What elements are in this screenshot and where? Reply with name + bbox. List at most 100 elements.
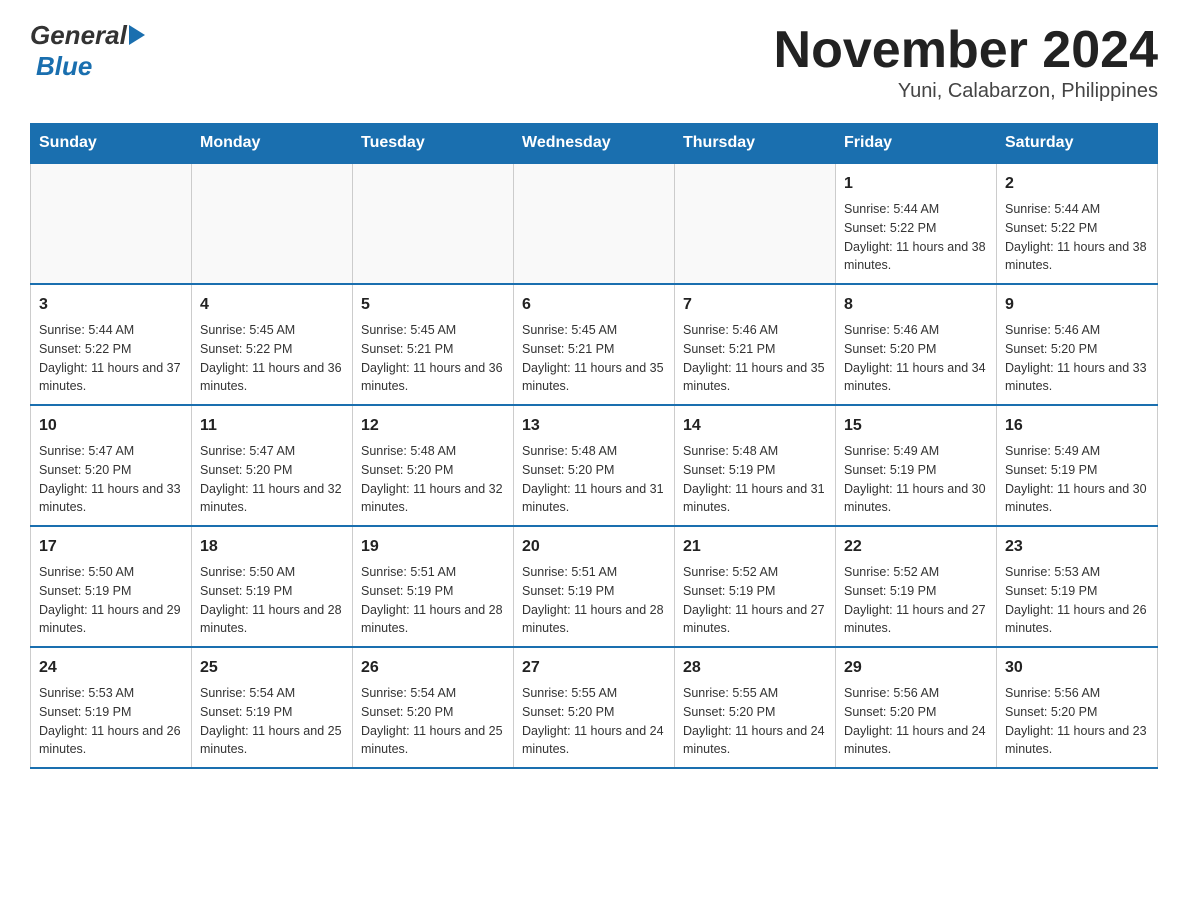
- weekday-header-saturday: Saturday: [997, 124, 1158, 164]
- day-info: Sunrise: 5:47 AM Sunset: 5:20 PM Dayligh…: [200, 442, 344, 517]
- calendar-cell: 12Sunrise: 5:48 AM Sunset: 5:20 PM Dayli…: [353, 405, 514, 526]
- day-number: 29: [844, 656, 988, 680]
- day-info: Sunrise: 5:44 AM Sunset: 5:22 PM Dayligh…: [1005, 200, 1149, 275]
- calendar-table: SundayMondayTuesdayWednesdayThursdayFrid…: [30, 123, 1158, 769]
- calendar-cell: 29Sunrise: 5:56 AM Sunset: 5:20 PM Dayli…: [836, 647, 997, 768]
- calendar-cell: [675, 163, 836, 284]
- calendar-cell: 20 Sunrise: 5:51 AM Sunset: 5:19 PM Dayli…: [514, 526, 675, 647]
- weekday-header-wednesday: Wednesday: [514, 124, 675, 164]
- day-info: Sunrise: 5:49 AM Sunset: 5:19 PM Dayligh…: [844, 442, 988, 517]
- day-number: 12: [361, 414, 505, 438]
- calendar-cell: 8 Sunrise: 5:46 AM Sunset: 5:20 PM Daylig…: [836, 284, 997, 405]
- calendar-cell: 2 Sunrise: 5:44 AM Sunset: 5:22 PM Daylig…: [997, 163, 1158, 284]
- day-number: 1: [844, 172, 988, 196]
- day-info: Sunrise: 5:53 AM Sunset: 5:19 PM Dayligh…: [39, 684, 183, 759]
- calendar-week-row: 3 Sunrise: 5:44 AM Sunset: 5:22 PM Daylig…: [31, 284, 1158, 405]
- day-info: Sunrise: 5:46 AM Sunset: 5:20 PM Dayligh…: [844, 321, 988, 396]
- calendar-cell: 3 Sunrise: 5:44 AM Sunset: 5:22 PM Daylig…: [31, 284, 192, 405]
- calendar-cell: 5 Sunrise: 5:45 AM Sunset: 5:21 PM Daylig…: [353, 284, 514, 405]
- month-title: November 2024: [774, 20, 1158, 80]
- weekday-header-thursday: Thursday: [675, 124, 836, 164]
- day-number: 5: [361, 293, 505, 317]
- day-info: Sunrise: 5:50 AM Sunset: 5:19 PM Dayligh…: [39, 563, 183, 638]
- calendar-cell: 30 Sunrise: 5:56 AM Sunset: 5:20 PM Dayli…: [997, 647, 1158, 768]
- day-info: Sunrise: 5:47 AM Sunset: 5:20 PM Dayligh…: [39, 442, 183, 517]
- calendar-cell: 6 Sunrise: 5:45 AM Sunset: 5:21 PM Daylig…: [514, 284, 675, 405]
- calendar-cell: 10 Sunrise: 5:47 AM Sunset: 5:20 PM Dayli…: [31, 405, 192, 526]
- day-number: 11: [200, 414, 344, 438]
- day-info: Sunrise: 5:49 AM Sunset: 5:19 PM Dayligh…: [1005, 442, 1149, 517]
- weekday-header-tuesday: Tuesday: [353, 124, 514, 164]
- calendar-cell: [514, 163, 675, 284]
- day-number: 13: [522, 414, 666, 438]
- day-number: 21: [683, 535, 827, 559]
- calendar-cell: 21 Sunrise: 5:52 AM Sunset: 5:19 PM Dayli…: [675, 526, 836, 647]
- day-number: 20: [522, 535, 666, 559]
- day-number: 16: [1005, 414, 1149, 438]
- day-number: 9: [1005, 293, 1149, 317]
- calendar-header: SundayMondayTuesdayWednesdayThursdayFrid…: [31, 124, 1158, 164]
- calendar-cell: [353, 163, 514, 284]
- calendar-cell: 24 Sunrise: 5:53 AM Sunset: 5:19 PM Dayli…: [31, 647, 192, 768]
- day-info: Sunrise: 5:44 AM Sunset: 5:22 PM Dayligh…: [844, 200, 988, 275]
- logo-blue-text: Blue: [32, 51, 92, 82]
- day-number: 14: [683, 414, 827, 438]
- calendar-cell: 15 Sunrise: 5:49 AM Sunset: 5:19 PM Dayli…: [836, 405, 997, 526]
- day-info: Sunrise: 5:46 AM Sunset: 5:21 PM Dayligh…: [683, 321, 827, 396]
- day-number: 24: [39, 656, 183, 680]
- day-number: 19: [361, 535, 505, 559]
- day-number: 15: [844, 414, 988, 438]
- calendar-cell: 22 Sunrise: 5:52 AM Sunset: 5:19 PM Dayli…: [836, 526, 997, 647]
- day-info: Sunrise: 5:54 AM Sunset: 5:20 PM Dayligh…: [361, 684, 505, 759]
- day-info: Sunrise: 5:44 AM Sunset: 5:22 PM Dayligh…: [39, 321, 183, 396]
- day-number: 23: [1005, 535, 1149, 559]
- calendar-week-row: 1 Sunrise: 5:44 AM Sunset: 5:22 PM Daylig…: [31, 163, 1158, 284]
- day-number: 26: [361, 656, 505, 680]
- calendar-cell: 7 Sunrise: 5:46 AM Sunset: 5:21 PM Daylig…: [675, 284, 836, 405]
- day-number: 10: [39, 414, 183, 438]
- logo-general-text: General: [30, 20, 127, 51]
- day-info: Sunrise: 5:46 AM Sunset: 5:20 PM Dayligh…: [1005, 321, 1149, 396]
- day-info: Sunrise: 5:55 AM Sunset: 5:20 PM Dayligh…: [522, 684, 666, 759]
- day-number: 7: [683, 293, 827, 317]
- calendar-cell: 4 Sunrise: 5:45 AM Sunset: 5:22 PM Daylig…: [192, 284, 353, 405]
- calendar-cell: 19 Sunrise: 5:51 AM Sunset: 5:19 PM Dayli…: [353, 526, 514, 647]
- day-info: Sunrise: 5:56 AM Sunset: 5:20 PM Dayligh…: [1005, 684, 1149, 759]
- logo-arrow-icon: [129, 25, 145, 45]
- calendar-body: 1 Sunrise: 5:44 AM Sunset: 5:22 PM Daylig…: [31, 163, 1158, 768]
- title-block: November 2024 Yuni, Calabarzon, Philippi…: [774, 20, 1158, 103]
- day-info: Sunrise: 5:45 AM Sunset: 5:22 PM Dayligh…: [200, 321, 344, 396]
- day-info: Sunrise: 5:48 AM Sunset: 5:20 PM Dayligh…: [522, 442, 666, 517]
- calendar-cell: 27Sunrise: 5:55 AM Sunset: 5:20 PM Dayli…: [514, 647, 675, 768]
- day-info: Sunrise: 5:45 AM Sunset: 5:21 PM Dayligh…: [522, 321, 666, 396]
- day-number: 17: [39, 535, 183, 559]
- day-info: Sunrise: 5:53 AM Sunset: 5:19 PM Dayligh…: [1005, 563, 1149, 638]
- calendar-cell: 23 Sunrise: 5:53 AM Sunset: 5:19 PM Dayli…: [997, 526, 1158, 647]
- calendar-cell: 28Sunrise: 5:55 AM Sunset: 5:20 PM Dayli…: [675, 647, 836, 768]
- day-number: 6: [522, 293, 666, 317]
- day-number: 22: [844, 535, 988, 559]
- logo: General Blue: [30, 20, 145, 82]
- page-header: General Blue November 2024 Yuni, Calabar…: [30, 20, 1158, 103]
- day-info: Sunrise: 5:48 AM Sunset: 5:19 PM Dayligh…: [683, 442, 827, 517]
- day-info: Sunrise: 5:52 AM Sunset: 5:19 PM Dayligh…: [683, 563, 827, 638]
- calendar-cell: 16 Sunrise: 5:49 AM Sunset: 5:19 PM Dayli…: [997, 405, 1158, 526]
- calendar-week-row: 17 Sunrise: 5:50 AM Sunset: 5:19 PM Dayli…: [31, 526, 1158, 647]
- day-info: Sunrise: 5:45 AM Sunset: 5:21 PM Dayligh…: [361, 321, 505, 396]
- day-number: 3: [39, 293, 183, 317]
- day-info: Sunrise: 5:50 AM Sunset: 5:19 PM Dayligh…: [200, 563, 344, 638]
- day-number: 4: [200, 293, 344, 317]
- day-number: 8: [844, 293, 988, 317]
- day-number: 2: [1005, 172, 1149, 196]
- day-number: 28: [683, 656, 827, 680]
- location-label: Yuni, Calabarzon, Philippines: [774, 80, 1158, 103]
- day-info: Sunrise: 5:51 AM Sunset: 5:19 PM Dayligh…: [361, 563, 505, 638]
- day-number: 30: [1005, 656, 1149, 680]
- day-info: Sunrise: 5:54 AM Sunset: 5:19 PM Dayligh…: [200, 684, 344, 759]
- day-info: Sunrise: 5:52 AM Sunset: 5:19 PM Dayligh…: [844, 563, 988, 638]
- calendar-cell: 18Sunrise: 5:50 AM Sunset: 5:19 PM Dayli…: [192, 526, 353, 647]
- day-number: 25: [200, 656, 344, 680]
- calendar-cell: [31, 163, 192, 284]
- day-info: Sunrise: 5:51 AM Sunset: 5:19 PM Dayligh…: [522, 563, 666, 638]
- weekday-header-friday: Friday: [836, 124, 997, 164]
